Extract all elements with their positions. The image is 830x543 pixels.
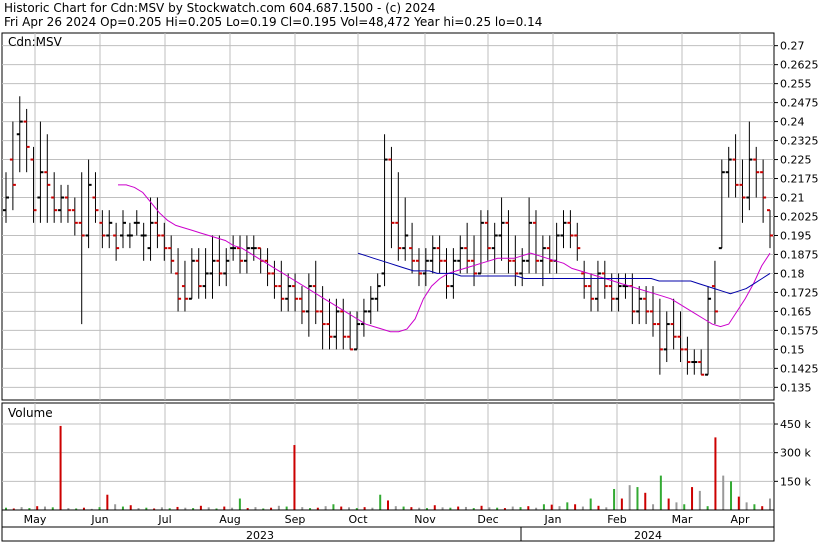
month-label: May bbox=[24, 513, 47, 526]
volume-bar bbox=[199, 505, 202, 510]
price-tick-label: 0.225 bbox=[780, 154, 812, 167]
volume-bar bbox=[550, 504, 553, 510]
price-tick-label: 0.2325 bbox=[780, 135, 819, 148]
volume-bar bbox=[644, 492, 647, 510]
price-tick-label: 0.165 bbox=[780, 305, 812, 318]
volume-bar bbox=[698, 490, 701, 510]
volume-bar bbox=[620, 498, 623, 510]
price-tick-label: 0.2475 bbox=[780, 97, 819, 110]
volume-bar bbox=[714, 437, 717, 510]
volume-tick-label: 300 k bbox=[780, 447, 811, 460]
price-tick-label: 0.2175 bbox=[780, 173, 819, 186]
volume-bar bbox=[628, 485, 631, 510]
volume-bar bbox=[730, 481, 733, 510]
price-tick-label: 0.255 bbox=[780, 78, 812, 91]
volume-bar bbox=[761, 506, 764, 510]
volume-bar bbox=[527, 506, 530, 510]
price-tick-label: 0.1725 bbox=[780, 286, 819, 299]
price-tick-label: 0.1425 bbox=[780, 362, 819, 375]
volume-tick-label: 150 k bbox=[780, 475, 811, 488]
volume-bar bbox=[511, 506, 514, 510]
volume-bar bbox=[324, 506, 327, 510]
price-tick-label: 0.135 bbox=[780, 381, 812, 394]
volume-bar bbox=[277, 505, 280, 510]
volume-bar bbox=[675, 502, 678, 510]
volume-bar bbox=[285, 506, 288, 510]
volume-bar bbox=[121, 506, 124, 510]
month-label: Nov bbox=[414, 513, 436, 526]
year-label: 2023 bbox=[246, 529, 274, 542]
month-label: Aug bbox=[219, 513, 240, 526]
volume-bar bbox=[402, 506, 405, 510]
volume-bar bbox=[566, 502, 569, 510]
volume-bar bbox=[457, 506, 460, 510]
price-tick-label: 0.27 bbox=[780, 40, 805, 53]
volume-panel-frame bbox=[1, 402, 775, 511]
volume-bar bbox=[753, 504, 756, 510]
price-tick-label: 0.24 bbox=[780, 116, 805, 129]
volume-bar bbox=[340, 506, 343, 510]
month-label: Jan bbox=[544, 513, 562, 526]
volume-bar bbox=[43, 506, 46, 510]
volume-bar bbox=[652, 504, 655, 510]
volume-bar bbox=[332, 504, 335, 510]
price-tick-label: 0.1575 bbox=[780, 324, 819, 337]
month-label: Jul bbox=[157, 513, 171, 526]
volume-bar bbox=[613, 488, 616, 510]
volume-bar bbox=[106, 494, 109, 510]
volume-bar bbox=[480, 505, 483, 510]
volume-bar bbox=[387, 500, 389, 510]
volume-bar bbox=[659, 475, 662, 510]
volume-bar bbox=[769, 498, 771, 510]
volume-bar bbox=[36, 506, 39, 510]
month-label: Dec bbox=[477, 513, 498, 526]
volume-bar bbox=[636, 487, 639, 510]
volume-bar bbox=[558, 506, 561, 510]
price-tick-label: 0.15 bbox=[780, 343, 805, 356]
price-tick-label: 0.2025 bbox=[780, 211, 819, 224]
volume-tick-label: 450 k bbox=[780, 418, 811, 431]
month-label: Feb bbox=[607, 513, 626, 526]
price-tick-label: 0.21 bbox=[780, 192, 805, 205]
month-label: Apr bbox=[730, 513, 750, 526]
volume-bar bbox=[667, 498, 670, 510]
volume-bar bbox=[542, 504, 545, 510]
volume-bar bbox=[737, 496, 740, 510]
price-tick-label: 0.2625 bbox=[780, 59, 819, 72]
volume-bar bbox=[706, 506, 709, 510]
volume-bar bbox=[597, 505, 600, 510]
chart-svg: 0.27 0.2625 0.255 0.2475 0.24 0.2325 0.225 0.21… bbox=[1, 32, 819, 542]
volume-bar bbox=[745, 502, 748, 510]
volume-bar bbox=[223, 506, 226, 510]
volume-bar bbox=[238, 498, 241, 510]
month-label: Jun bbox=[90, 513, 108, 526]
volume-bar bbox=[394, 506, 397, 510]
month-label: Mar bbox=[672, 513, 693, 526]
volume-bar bbox=[589, 498, 592, 510]
volume-bar bbox=[683, 504, 686, 510]
volume-bar bbox=[293, 445, 296, 510]
price-panel-title: Cdn:MSV bbox=[8, 35, 63, 49]
price-tick-label: 0.1875 bbox=[780, 248, 819, 261]
volume-bar bbox=[59, 425, 62, 510]
volume-bar bbox=[433, 505, 436, 510]
month-label: Oct bbox=[348, 513, 368, 526]
price-tick-label: 0.195 bbox=[780, 229, 812, 242]
volume-bar bbox=[129, 505, 132, 510]
volume-bar bbox=[722, 475, 725, 510]
price-tick-label: 0.18 bbox=[780, 267, 805, 280]
volume-bar bbox=[574, 504, 577, 510]
volume-bar bbox=[379, 494, 382, 510]
volume-bar bbox=[691, 487, 694, 510]
volume-bar bbox=[114, 504, 117, 510]
volume-bar bbox=[581, 506, 584, 510]
year-label: 2024 bbox=[634, 529, 662, 542]
volume-panel-title: Volume bbox=[8, 406, 53, 420]
month-label: Sep bbox=[285, 513, 306, 526]
stock-chart-page: Historic Chart for Cdn:MSV by Stockwatch… bbox=[0, 0, 830, 543]
